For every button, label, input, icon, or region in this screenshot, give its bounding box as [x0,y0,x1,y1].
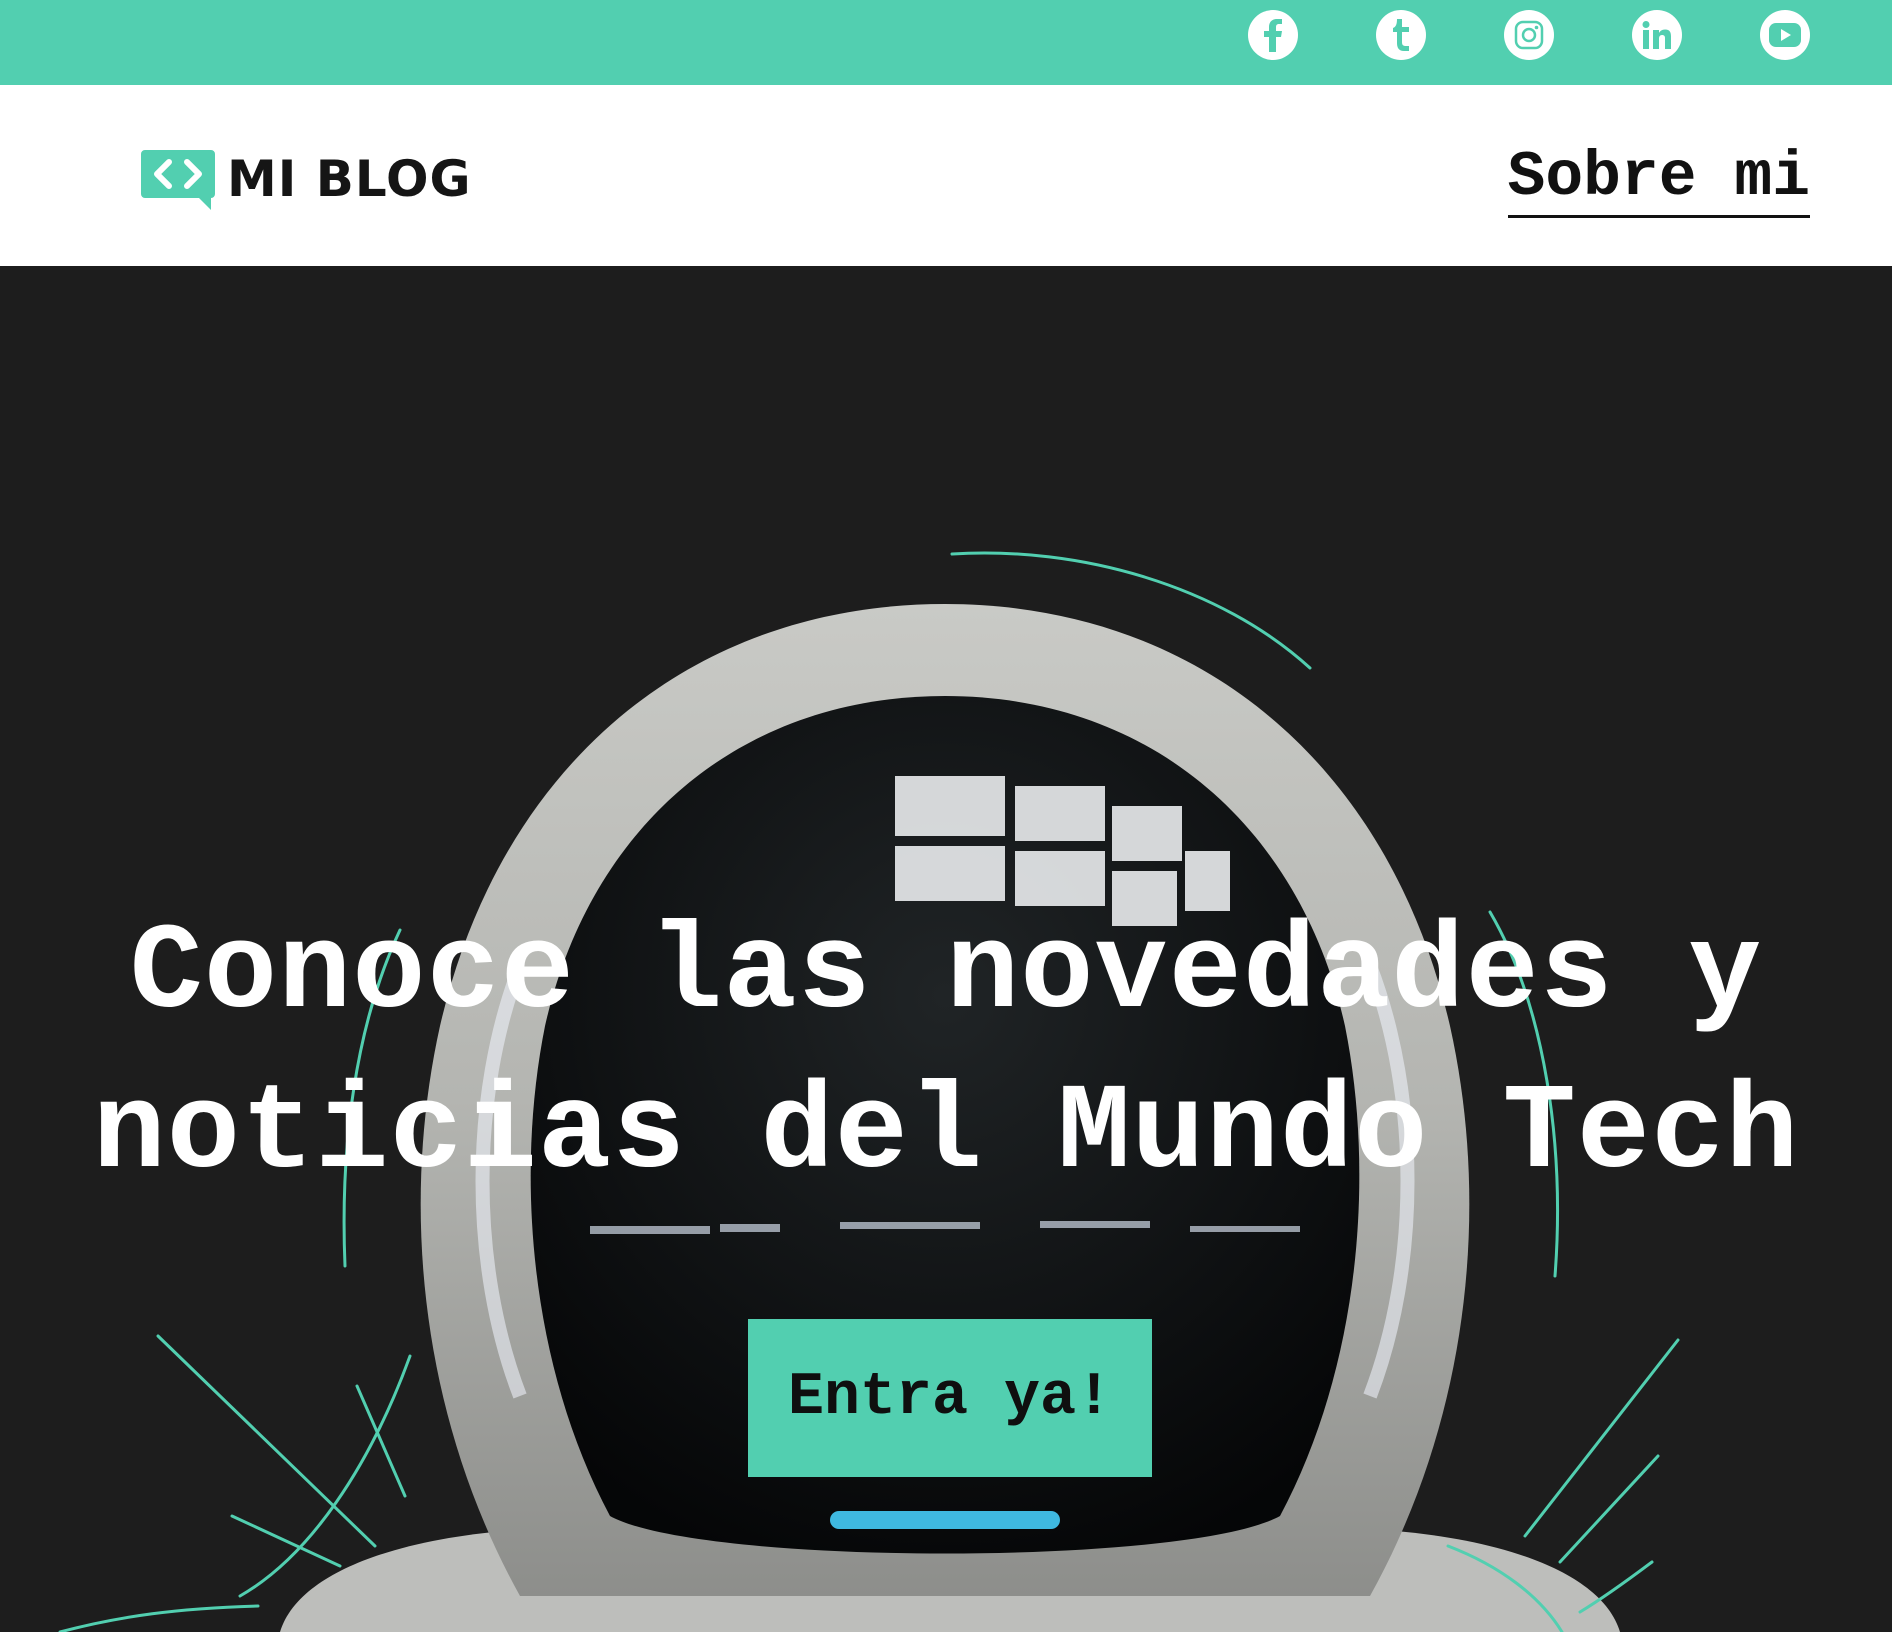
hero-title-line-1: Conoce las novedades y [129,904,1763,1043]
facebook-icon[interactable] [1248,10,1298,60]
entra-ya-button[interactable]: Entra ya! [748,1319,1152,1477]
hero-title-line-2: noticias del Mundo Tech [92,1064,1800,1203]
site-header: MI BLOG Sobre mi [0,85,1892,267]
code-chat-bubble-icon [141,150,215,210]
hero-title: Conoce las novedades y noticias del Mund… [0,894,1892,1214]
logo-text: MI BLOG [227,150,472,208]
instagram-icon[interactable] [1504,10,1554,60]
youtube-icon[interactable] [1760,10,1810,60]
site-logo[interactable]: MI BLOG [139,148,472,210]
linkedin-icon[interactable] [1632,10,1682,60]
nav-link-sobre-mi[interactable]: Sobre mi [1507,143,1810,218]
social-bar [0,0,1892,85]
hero-section: Conoce las novedades y noticias del Mund… [0,266,1892,1632]
tumblr-icon[interactable] [1376,10,1426,60]
